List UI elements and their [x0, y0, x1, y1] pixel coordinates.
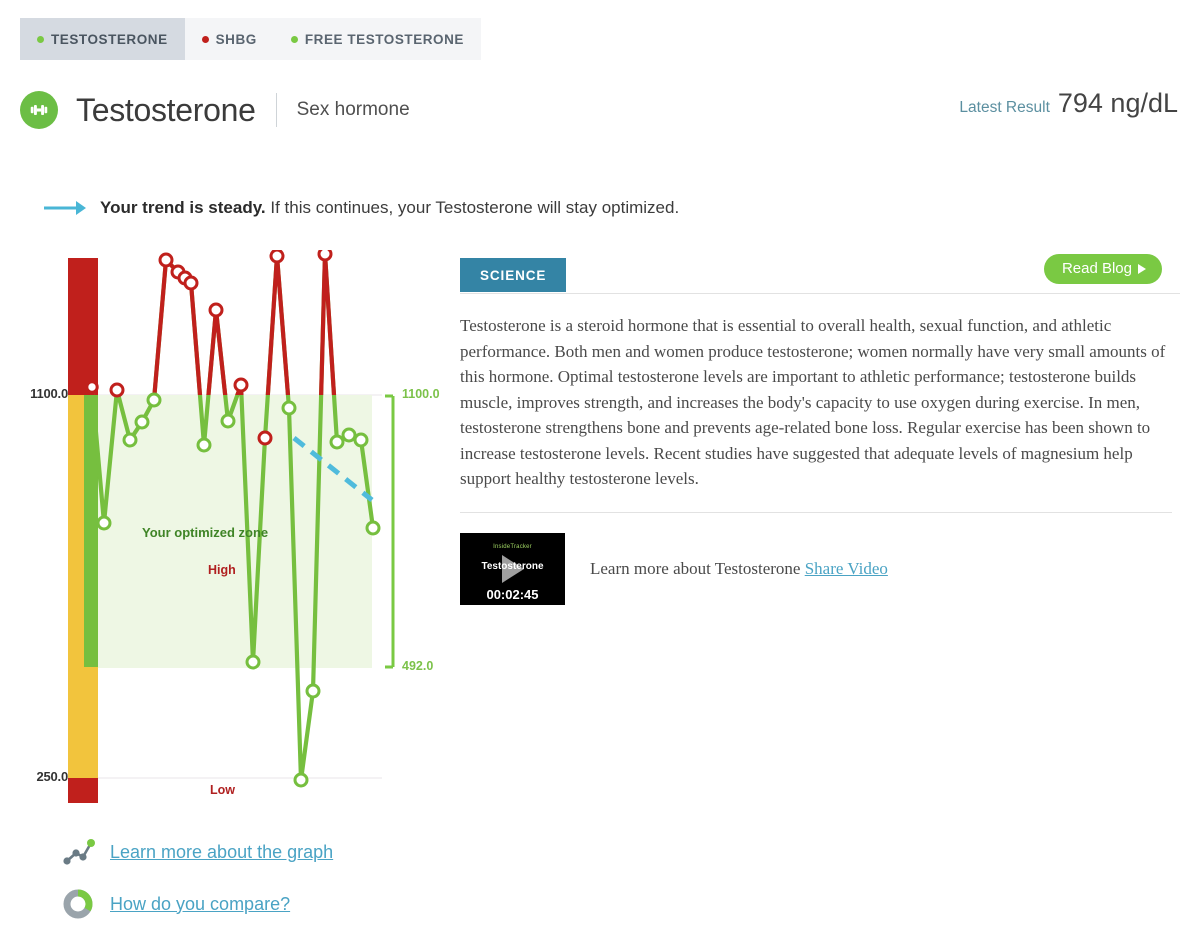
science-panel-header: SCIENCE Read Blog — [460, 254, 1180, 294]
tab-free-testosterone[interactable]: FREE TESTOSTERONE — [274, 18, 481, 60]
dumbbell-icon — [20, 91, 58, 129]
tab-label: TESTOSTERONE — [51, 31, 168, 47]
tab-label: FREE TESTOSTERONE — [304, 31, 464, 47]
trend-headline: Your trend is steady. — [100, 198, 266, 217]
read-blog-button[interactable]: Read Blog — [1043, 254, 1162, 284]
low-zone-label: Low — [210, 783, 235, 797]
optimal-range-bracket — [385, 394, 395, 669]
metric-tab-bar[interactable]: TESTOSTERONE SHBG FREE TESTOSTERONE — [20, 18, 481, 60]
video-row: InsideTracker Testosterone 00:02:45 Lear… — [460, 532, 1180, 605]
page-title: Testosterone — [76, 91, 256, 128]
science-panel: SCIENCE Read Blog Testosterone is a ster… — [460, 254, 1180, 605]
trend-detail: If this continues, your Testosterone wil… — [265, 198, 680, 217]
latest-result: Latest Result 794 ng/dL — [959, 88, 1178, 119]
donut-chart-icon — [63, 889, 93, 919]
link-label[interactable]: How do you compare? — [110, 894, 290, 915]
link-how-do-you-compare[interactable]: How do you compare? — [62, 878, 333, 930]
tab-dot-icon — [290, 35, 298, 43]
link-label[interactable]: Learn more about the graph — [110, 842, 333, 863]
range-color-bar — [68, 258, 98, 803]
metric-trend-chart[interactable]: 1100.0 250.0 1100.0 492.0 Your optimized… — [0, 250, 460, 810]
video-duration: 00:02:45 — [486, 586, 539, 602]
optimized-zone-label: Your optimized zone — [142, 525, 269, 540]
tab-dot-icon — [37, 35, 44, 43]
share-video-link[interactable]: Share Video — [805, 559, 888, 578]
play-button-icon[interactable] — [501, 554, 524, 583]
video-thumbnail[interactable]: InsideTracker Testosterone 00:02:45 — [460, 532, 565, 605]
axis-label-high: 1100.0 — [30, 386, 68, 401]
range-label-high: 1100.0 — [402, 387, 440, 401]
line-chart-icon — [63, 839, 95, 865]
tab-science[interactable]: SCIENCE — [460, 258, 567, 292]
tab-testosterone[interactable]: TESTOSTERONE — [20, 18, 185, 60]
title-divider — [275, 93, 277, 127]
trend-message: Your trend is steady. If this continues,… — [44, 198, 679, 218]
arrow-right-icon — [44, 201, 86, 215]
video-brand-label: InsideTracker — [493, 543, 532, 550]
read-blog-label: Read Blog — [1061, 260, 1132, 277]
latest-result-value: 794 ng/dL — [1057, 88, 1178, 118]
range-label-low: 492.0 — [402, 659, 434, 673]
video-caption: Learn more about Testosterone — [590, 558, 801, 578]
tab-shbg[interactable]: SHBG — [185, 18, 274, 60]
page-title-row: Testosterone Sex hormone — [20, 85, 410, 135]
tab-label: SHBG — [215, 31, 257, 47]
tab-dot-icon — [201, 35, 209, 43]
axis-label-low: 250.0 — [36, 769, 68, 784]
latest-result-label: Latest Result — [959, 99, 1050, 116]
chart-help-links: Learn more about the graph How do you co… — [62, 826, 333, 930]
link-learn-more-graph[interactable]: Learn more about the graph — [62, 826, 333, 878]
high-zone-label: High — [208, 563, 236, 577]
page-subtitle: Sex hormone — [296, 99, 410, 120]
play-triangle-icon — [1138, 263, 1146, 274]
science-body-text: Testosterone is a steroid hormone that i… — [460, 316, 1166, 488]
section-divider — [460, 511, 1172, 513]
